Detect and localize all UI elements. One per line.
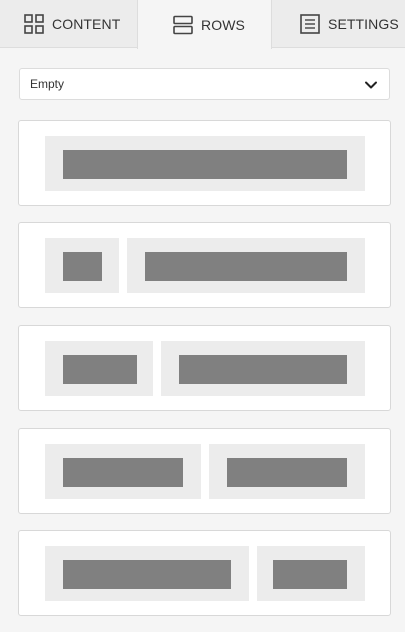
tab-content[interactable]: CONTENT [0, 0, 137, 48]
tab-rows[interactable]: ROWS [137, 0, 272, 49]
row-category-select[interactable]: Empty [19, 68, 390, 100]
layout-column [127, 238, 365, 293]
layout-column [161, 341, 365, 396]
column-placeholder [63, 458, 183, 487]
column-placeholder [179, 355, 347, 384]
column-placeholder [63, 150, 347, 179]
layout-column [209, 444, 365, 499]
row-layout-two-column-equal[interactable] [18, 428, 391, 514]
tab-bar: CONTENT ROWS SETTINGS [0, 0, 405, 49]
settings-list-icon [299, 13, 321, 35]
layout-column [45, 444, 201, 499]
layout-column [257, 546, 365, 601]
layout-column [45, 341, 153, 396]
column-placeholder [63, 560, 231, 589]
column-placeholder [63, 355, 137, 384]
tab-content-label: CONTENT [52, 16, 121, 32]
tab-settings-label: SETTINGS [328, 16, 399, 32]
grid-icon [23, 13, 45, 35]
rows-icon [172, 14, 194, 36]
chevron-down-icon [364, 78, 378, 92]
column-placeholder [63, 252, 102, 281]
layout-column [45, 546, 249, 601]
row-layout-two-column-small-left[interactable] [18, 222, 391, 308]
tab-settings[interactable]: SETTINGS [272, 0, 405, 48]
row-category-selected: Empty [30, 77, 65, 91]
column-placeholder [273, 560, 347, 589]
layout-column [45, 238, 119, 293]
row-layout-two-column-small-right[interactable] [18, 530, 391, 616]
column-placeholder [145, 252, 347, 281]
tab-rows-label: ROWS [201, 16, 245, 33]
row-layout-two-column-third-left[interactable] [18, 325, 391, 411]
column-placeholder [227, 458, 347, 487]
row-layout-one-column[interactable] [18, 120, 391, 206]
layout-column [45, 136, 365, 191]
